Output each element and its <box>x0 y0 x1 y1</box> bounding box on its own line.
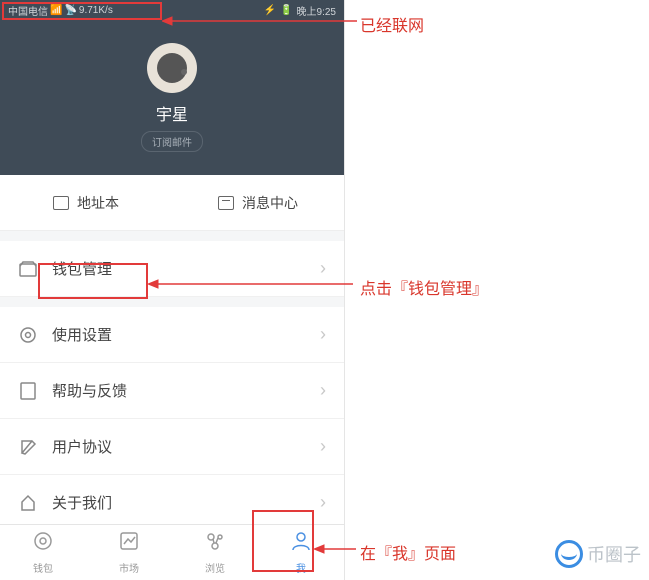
quick-row: 地址本 消息中心 <box>0 175 344 231</box>
wallet-nav-icon <box>32 530 54 558</box>
message-center-button[interactable]: 消息中心 <box>172 175 344 230</box>
settings-item[interactable]: 使用设置 › <box>0 307 344 363</box>
annotation-networked: 已经联网 <box>360 12 424 36</box>
watermark: 币圈子 <box>555 540 641 568</box>
message-icon <box>218 196 234 210</box>
address-book-button[interactable]: 地址本 <box>0 175 172 230</box>
arrow-me <box>314 539 360 559</box>
watermark-logo-icon <box>555 540 583 568</box>
nav-market-label: 市场 <box>119 560 139 575</box>
market-nav-icon <box>118 530 140 558</box>
agreement-icon <box>18 438 38 456</box>
section-spacer <box>0 231 344 241</box>
gear-icon <box>18 326 38 344</box>
wallet-icon <box>18 261 38 277</box>
agreement-item[interactable]: 用户协议 › <box>0 419 344 475</box>
section-spacer <box>0 297 344 307</box>
about-item[interactable]: 关于我们 › <box>0 475 344 531</box>
bottom-nav: 钱包 市场 浏览 我 <box>0 524 344 580</box>
subscribe-button[interactable]: 订阅邮件 <box>141 131 203 152</box>
about-label: 关于我们 <box>52 492 320 513</box>
signal-icon: 📶 <box>50 5 62 16</box>
avatar[interactable] <box>147 43 197 93</box>
nav-browse-label: 浏览 <box>205 560 225 575</box>
nav-me-label: 我 <box>296 560 306 575</box>
wifi-icon: 📡 <box>64 5 76 16</box>
agreement-label: 用户协议 <box>52 436 320 457</box>
me-nav-icon <box>290 530 312 558</box>
address-book-label: 地址本 <box>77 193 119 213</box>
help-icon <box>18 382 38 400</box>
message-center-label: 消息中心 <box>242 193 298 213</box>
username: 宇星 <box>156 101 188 125</box>
profile-section: 宇星 订阅邮件 <box>0 20 344 175</box>
speed-label: 9.71K/s <box>79 5 113 16</box>
nav-market[interactable]: 市场 <box>86 525 172 580</box>
nav-wallet-label: 钱包 <box>33 560 53 575</box>
nav-wallet[interactable]: 钱包 <box>0 525 86 580</box>
about-icon <box>18 494 38 512</box>
nav-browse[interactable]: 浏览 <box>172 525 258 580</box>
help-item[interactable]: 帮助与反馈 › <box>0 363 344 419</box>
address-book-icon <box>53 196 69 210</box>
help-label: 帮助与反馈 <box>52 380 320 401</box>
chevron-right-icon: › <box>320 324 326 345</box>
arrow-status <box>162 11 362 31</box>
chevron-right-icon: › <box>320 492 326 513</box>
chevron-right-icon: › <box>320 380 326 401</box>
chevron-right-icon: › <box>320 436 326 457</box>
browse-nav-icon <box>204 530 226 558</box>
carrier-label: 中国电信 <box>8 3 48 18</box>
arrow-wallet <box>148 274 358 294</box>
settings-label: 使用设置 <box>52 324 320 345</box>
watermark-text: 币圈子 <box>587 541 641 567</box>
annotation-me-page: 在『我』页面 <box>360 540 456 564</box>
annotation-click-wallet: 点击『钱包管理』 <box>360 275 488 299</box>
